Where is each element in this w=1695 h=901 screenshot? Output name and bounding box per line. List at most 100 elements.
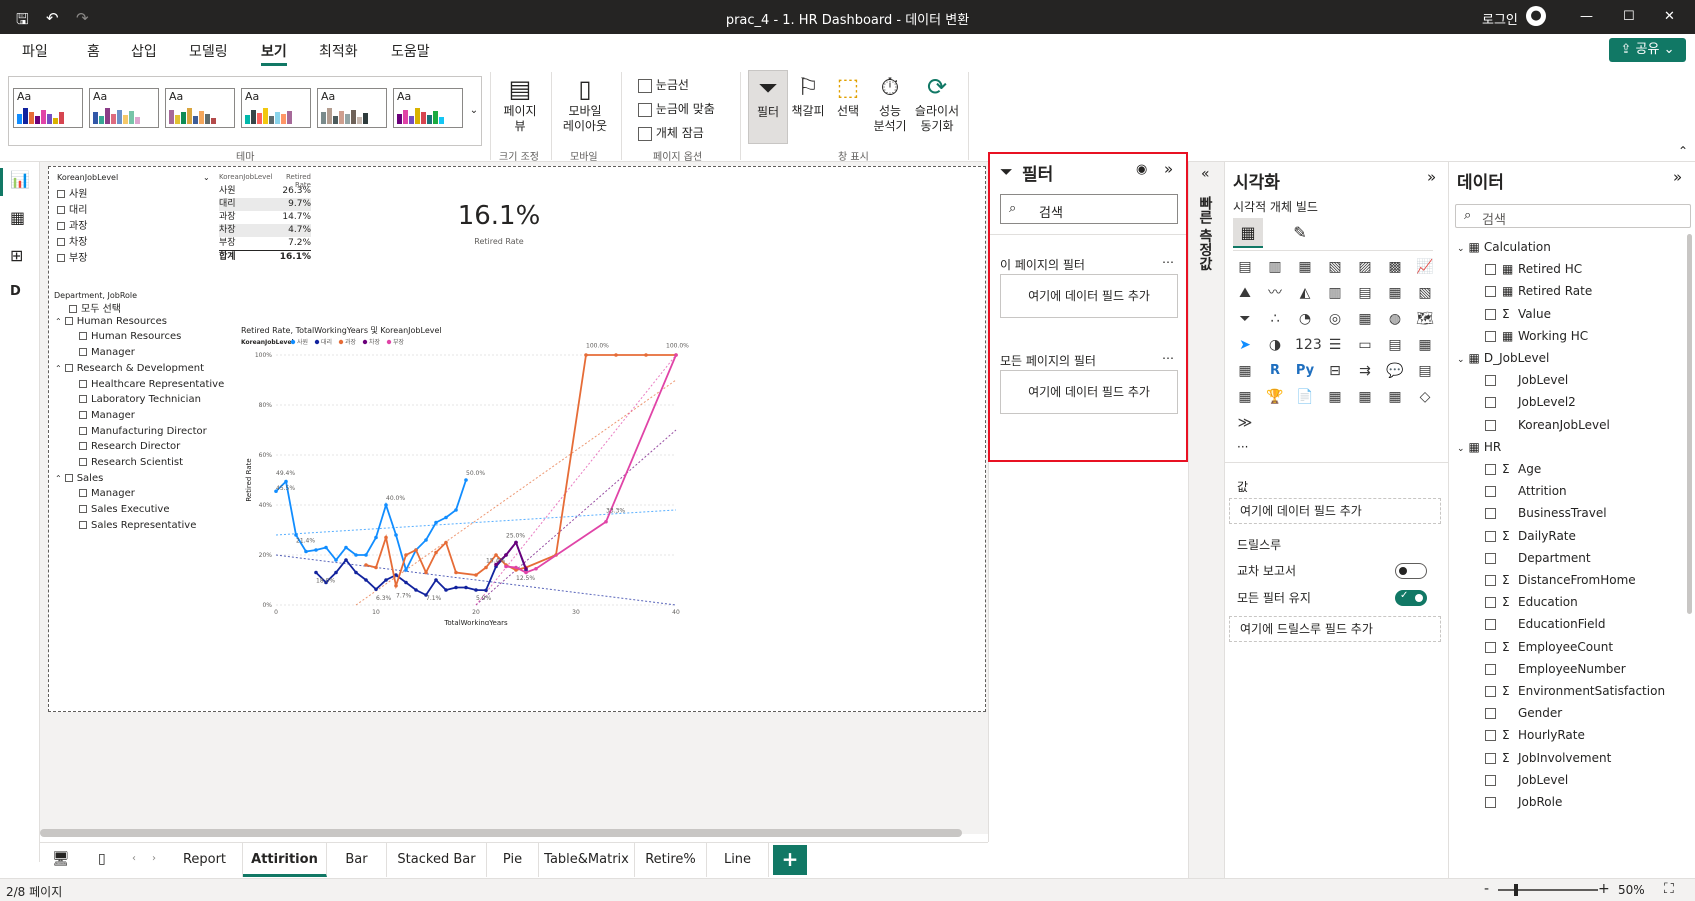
series-line[interactable] xyxy=(315,540,527,597)
collapse-caret-icon[interactable]: ⌄ xyxy=(1457,355,1465,365)
data-field[interactable]: Σ EnvironmentSatisfaction xyxy=(1485,684,1665,698)
data-point[interactable] xyxy=(444,540,448,545)
data-table-d_joblevel[interactable]: ⌄ ▦ D_JobLevel xyxy=(1457,351,1549,365)
data-point[interactable] xyxy=(284,479,288,484)
filter-search-box[interactable]: ⌕ 검색 xyxy=(1000,194,1178,224)
data-point[interactable] xyxy=(384,503,388,507)
collapse-ribbon-icon[interactable]: ⌃ xyxy=(1678,144,1688,158)
slicer-item[interactable]: Human Resources xyxy=(79,331,181,342)
visual-type-icon[interactable]: ∴ xyxy=(1265,310,1285,328)
data-point[interactable] xyxy=(504,553,508,557)
data-field[interactable]: BusinessTravel xyxy=(1485,506,1607,520)
visual-type-icon[interactable]: 💬 xyxy=(1385,362,1405,380)
slicer-item[interactable]: Sales Executive xyxy=(79,504,169,515)
slicer-item[interactable]: 부장 xyxy=(57,249,177,264)
slicer-group[interactable]: ⌃ Research & Development xyxy=(55,363,204,374)
data-point[interactable] xyxy=(464,478,468,482)
data-point[interactable] xyxy=(484,588,488,593)
data-field[interactable]: Σ EmployeeCount xyxy=(1485,640,1613,654)
data-point[interactable] xyxy=(514,565,518,570)
data-point[interactable] xyxy=(314,548,318,552)
zoom-in-icon[interactable]: + xyxy=(1598,881,1610,897)
slicer-select-all[interactable]: 모두 선택 xyxy=(69,300,121,315)
theme-option-3[interactable]: Aa xyxy=(165,88,235,128)
data-point[interactable] xyxy=(424,570,428,575)
quick-measure-label[interactable]: 빠른 측정값 xyxy=(1197,196,1215,271)
tab-report[interactable]: Report xyxy=(167,843,243,877)
data-point[interactable] xyxy=(384,535,388,540)
slicer-item[interactable]: 대리 xyxy=(57,201,177,216)
slicer-item[interactable]: Healthcare Representative xyxy=(79,379,224,390)
visual-type-icon[interactable]: 📈 xyxy=(1415,258,1435,276)
gridlines-checkbox[interactable]: 눈금선 xyxy=(638,76,689,93)
data-point[interactable] xyxy=(674,353,678,357)
series-line[interactable] xyxy=(505,354,677,574)
visual-type-icon[interactable]: ◭ xyxy=(1295,284,1315,302)
menu-file[interactable]: 파일 xyxy=(22,41,48,61)
data-field[interactable]: ▦ Retired Rate xyxy=(1485,284,1592,298)
data-table-calculation[interactable]: ⌄ ▦ Calculation xyxy=(1457,240,1551,254)
data-point[interactable] xyxy=(474,573,478,577)
slicer-item[interactable]: Sales Representative xyxy=(79,520,196,531)
visual-type-icon[interactable]: ☰ xyxy=(1325,336,1345,354)
data-point[interactable] xyxy=(374,565,378,570)
data-field[interactable]: Gender xyxy=(1485,706,1562,720)
data-point[interactable] xyxy=(644,353,648,357)
slicer-item[interactable]: 차장 xyxy=(57,233,177,248)
visual-type-icon[interactable]: ▥ xyxy=(1325,284,1345,302)
data-point[interactable] xyxy=(374,587,378,592)
data-point[interactable] xyxy=(364,578,368,582)
data-point[interactable] xyxy=(444,515,448,520)
visual-type-icon[interactable]: ▦ xyxy=(1415,336,1435,354)
visual-type-icon[interactable]: ⊟ xyxy=(1325,362,1345,380)
visual-type-icon[interactable]: ▧ xyxy=(1325,258,1345,276)
data-field[interactable]: ▦ Retired HC xyxy=(1485,262,1582,276)
visual-type-icon[interactable]: ▦ xyxy=(1355,310,1375,328)
slicer-item[interactable]: Laboratory Technician xyxy=(79,394,201,405)
visual-type-icon[interactable]: ▤ xyxy=(1355,284,1375,302)
visual-type-icon[interactable]: ▦ xyxy=(1295,258,1315,276)
data-point[interactable] xyxy=(484,565,488,570)
fit-page-icon[interactable]: ⛶ xyxy=(1664,881,1674,897)
data-point[interactable] xyxy=(294,533,298,537)
data-field[interactable]: Σ Value xyxy=(1485,307,1551,321)
data-point[interactable] xyxy=(414,548,418,552)
tab-table-matrix[interactable]: Table&Matrix xyxy=(539,843,635,877)
menu-view[interactable]: 보기 xyxy=(261,41,287,66)
expand-quick-icon[interactable]: « xyxy=(1201,166,1210,182)
data-point[interactable] xyxy=(514,540,518,545)
tab-attirition[interactable]: Attirition xyxy=(243,843,327,877)
data-point[interactable] xyxy=(614,353,618,357)
sync-slicers-button[interactable]: ⟳ 슬라이서 동기화 xyxy=(912,70,962,134)
build-visual-icon[interactable]: ▦ xyxy=(1233,218,1263,248)
data-point[interactable] xyxy=(464,585,468,590)
visual-type-icon[interactable]: ▤ xyxy=(1415,362,1435,380)
mobile-layout-icon[interactable]: ▯ xyxy=(98,851,106,867)
data-point[interactable] xyxy=(444,588,448,592)
minimize-icon[interactable]: — xyxy=(1580,9,1593,24)
tab-bar[interactable]: Bar xyxy=(327,843,387,877)
visual-type-icon[interactable]: ⛰ xyxy=(1235,284,1255,302)
visual-type-icon[interactable]: ▭ xyxy=(1355,336,1375,354)
redo-icon[interactable]: ↷ xyxy=(76,9,89,27)
data-point[interactable] xyxy=(334,558,338,562)
zoom-slider[interactable] xyxy=(1498,889,1598,891)
slicer-item[interactable]: Manufacturing Director xyxy=(79,426,207,437)
slicer-group[interactable]: ⌃ Human Resources xyxy=(55,316,167,327)
legend-item[interactable]: 대리 xyxy=(321,338,332,346)
data-point[interactable] xyxy=(434,578,438,582)
all-pages-add-field[interactable]: 여기에 데이터 필드 추가 xyxy=(1000,370,1178,414)
theme-option-2[interactable]: Aa xyxy=(89,88,159,128)
visual-type-icon[interactable]: ≫ xyxy=(1235,414,1255,432)
data-point[interactable] xyxy=(534,566,538,571)
visual-type-icon[interactable]: ◎ xyxy=(1325,310,1345,328)
data-point[interactable] xyxy=(354,570,358,575)
data-point[interactable] xyxy=(364,553,368,557)
keep-filters-toggle[interactable]: ✓ xyxy=(1395,590,1427,606)
data-point[interactable] xyxy=(474,588,478,592)
data-point[interactable] xyxy=(354,553,358,557)
visual-type-icon[interactable]: Py xyxy=(1295,362,1315,380)
prev-page-icon[interactable]: ‹ xyxy=(132,853,136,864)
tab-stacked-bar[interactable]: Stacked Bar xyxy=(387,843,487,877)
data-point[interactable] xyxy=(454,585,458,590)
